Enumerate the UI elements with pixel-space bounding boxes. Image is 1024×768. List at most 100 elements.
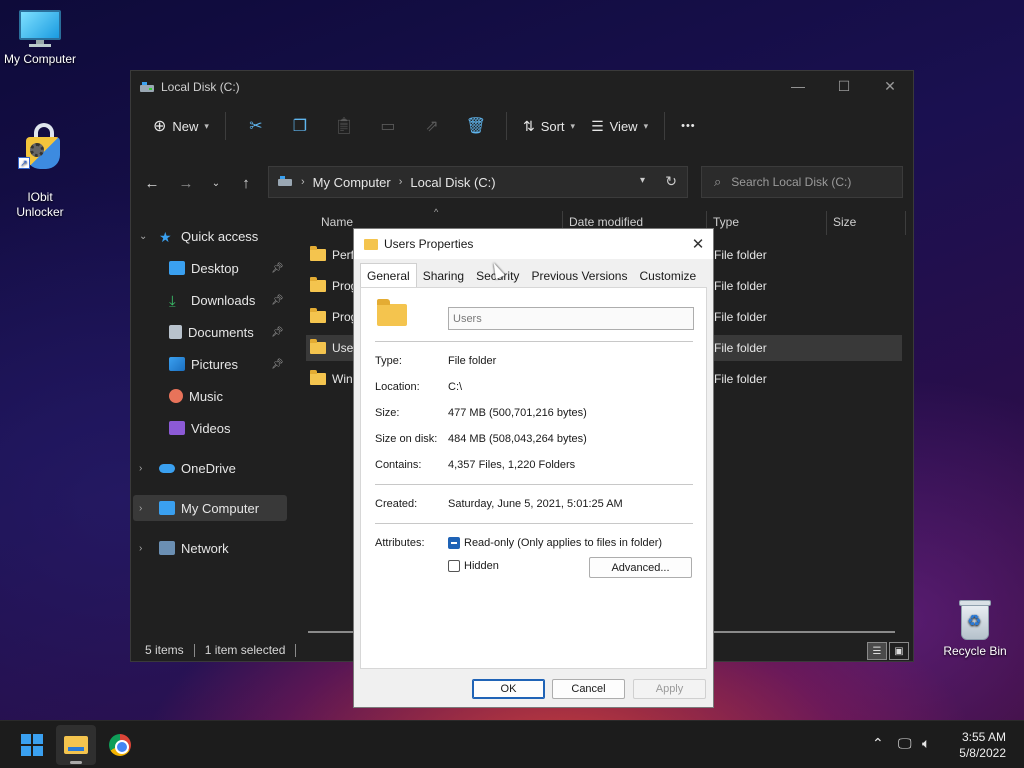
cancel-button[interactable]: Cancel bbox=[552, 679, 625, 699]
nav-downloads[interactable]: ⤓ Downloads 📌︎ bbox=[169, 287, 284, 313]
windows-logo-icon bbox=[21, 734, 43, 756]
column-header-name[interactable]: Name bbox=[321, 215, 353, 235]
breadcrumb-separator: › bbox=[398, 176, 403, 188]
volume-icon[interactable]: 🔈︎ bbox=[922, 735, 930, 752]
chevron-down-icon[interactable]: ▾ bbox=[640, 175, 645, 186]
document-icon bbox=[169, 325, 182, 339]
chevron-right-icon: › bbox=[139, 502, 143, 514]
recycle-bin-icon: ♻ bbox=[957, 598, 993, 640]
desktop-icon-iobit-unlocker[interactable]: ↗ IObit Unlocker bbox=[0, 108, 80, 235]
ellipsis-icon: ••• bbox=[681, 120, 696, 132]
list-view-icon: ☰ bbox=[591, 117, 604, 134]
recent-locations-button[interactable]: ⌄ bbox=[201, 171, 231, 195]
dialog-close-button[interactable]: ✕ bbox=[683, 229, 713, 259]
contains-label: Contains: bbox=[375, 459, 422, 471]
star-icon: ★ bbox=[159, 229, 172, 245]
nav-network[interactable]: › Network bbox=[131, 535, 229, 561]
details-view-icon[interactable]: ☰ bbox=[867, 642, 887, 660]
breadcrumb-my-computer[interactable]: My Computer bbox=[313, 175, 391, 190]
minimize-button[interactable]: — bbox=[775, 71, 821, 101]
start-button[interactable] bbox=[12, 725, 52, 765]
forward-button[interactable]: → bbox=[171, 171, 201, 195]
folder-icon bbox=[310, 246, 326, 261]
network-icon bbox=[159, 541, 175, 555]
navigation-pane: ⌄ ★ Quick access Desktop 📌︎ ⤓ Downloads … bbox=[131, 207, 289, 641]
view-label: View bbox=[609, 118, 638, 134]
nav-label: Videos bbox=[191, 420, 231, 436]
desktop-icon-my-computer[interactable]: My Computer bbox=[0, 10, 80, 67]
nav-videos[interactable]: Videos bbox=[169, 415, 231, 441]
chevron-up-icon[interactable]: ⌃ bbox=[872, 735, 884, 752]
folder-name-field[interactable]: Users bbox=[448, 307, 694, 330]
delete-icon[interactable]: 🗑︎ bbox=[454, 110, 498, 142]
taskbar-chrome[interactable] bbox=[100, 725, 140, 765]
chevron-right-icon: › bbox=[139, 542, 143, 554]
created-value: Saturday, June 5, 2021, 5:01:25 AM bbox=[448, 498, 623, 510]
breadcrumb-local-disk[interactable]: Local Disk (C:) bbox=[410, 175, 495, 190]
nav-label: OneDrive bbox=[181, 460, 236, 476]
tab-customize[interactable]: Customize bbox=[633, 265, 702, 287]
folder-icon bbox=[364, 238, 378, 250]
nav-documents[interactable]: Documents 📌︎ bbox=[169, 319, 284, 345]
column-header-type[interactable]: Type bbox=[713, 215, 739, 235]
taskbar-file-explorer[interactable] bbox=[56, 725, 96, 765]
maximize-button[interactable]: ☐ bbox=[821, 71, 867, 101]
network-icon[interactable]: 🖵︎ bbox=[898, 735, 912, 752]
nav-desktop[interactable]: Desktop 📌︎ bbox=[169, 255, 284, 281]
system-clock[interactable]: 3:55 AM 5/8/2022 bbox=[959, 729, 1006, 761]
advanced-button[interactable]: Advanced... bbox=[589, 557, 692, 578]
nav-my-computer[interactable]: › My Computer bbox=[131, 495, 259, 521]
ok-button[interactable]: OK bbox=[472, 679, 545, 699]
sort-button[interactable]: ⇅ Sort ▾ bbox=[515, 110, 583, 142]
nav-label: Quick access bbox=[181, 228, 259, 244]
search-box[interactable]: ⌕ Search Local Disk (C:) bbox=[701, 166, 903, 198]
tab-sharing[interactable]: Sharing bbox=[417, 265, 470, 287]
view-button[interactable]: ☰ View ▾ bbox=[583, 110, 656, 142]
type-value: File folder bbox=[448, 355, 497, 367]
paste-icon[interactable]: 📋︎ bbox=[322, 110, 366, 142]
chevron-down-icon: ▾ bbox=[204, 120, 209, 131]
sort-label: Sort bbox=[540, 118, 565, 134]
nav-label: My Computer bbox=[181, 500, 260, 516]
new-button[interactable]: ⊕ New ▾ bbox=[145, 110, 217, 142]
nav-label: Documents bbox=[188, 324, 254, 340]
sort-indicator-icon: ^ bbox=[434, 207, 439, 217]
nav-quick-access[interactable]: ⌄ ★ Quick access bbox=[131, 223, 258, 249]
chevron-down-icon: ⌄ bbox=[139, 230, 148, 242]
desktop-icon-recycle-bin[interactable]: ♻ Recycle Bin bbox=[935, 598, 1015, 659]
up-button[interactable]: ↑ bbox=[231, 171, 261, 195]
copy-icon[interactable]: ❐ bbox=[278, 110, 322, 142]
chevron-down-icon: ▾ bbox=[643, 120, 649, 131]
rename-icon[interactable]: ▭ bbox=[366, 110, 410, 142]
close-button[interactable]: ✕ bbox=[867, 71, 913, 101]
type-label: Type: bbox=[375, 355, 402, 367]
pin-icon: 📌︎ bbox=[271, 358, 284, 370]
refresh-icon[interactable]: ↻ bbox=[665, 173, 677, 190]
back-button[interactable]: ← bbox=[137, 171, 167, 195]
share-icon[interactable]: ⇗ bbox=[410, 110, 454, 142]
nav-label: Desktop bbox=[191, 260, 239, 276]
tab-general[interactable]: General bbox=[360, 263, 417, 287]
tiles-view-icon[interactable]: ▣ bbox=[889, 642, 909, 660]
desktop-icon bbox=[169, 261, 185, 275]
apply-button[interactable]: Apply bbox=[633, 679, 706, 699]
nav-music[interactable]: Music bbox=[169, 383, 223, 409]
more-options-button[interactable]: ••• bbox=[673, 110, 704, 142]
dialog-titlebar[interactable]: Users Properties bbox=[354, 229, 713, 259]
address-bar[interactable]: › My Computer › Local Disk (C:) ▾ ↻ bbox=[268, 166, 688, 198]
hidden-checkbox[interactable]: Hidden bbox=[448, 560, 499, 572]
cut-icon[interactable]: ✂ bbox=[234, 110, 278, 142]
desktop-icon-label: IObit Unlocker bbox=[16, 190, 64, 219]
tab-previous-versions[interactable]: Previous Versions bbox=[525, 265, 633, 287]
nav-pictures[interactable]: Pictures 📌︎ bbox=[169, 351, 284, 377]
readonly-label: Read-only (Only applies to files in fold… bbox=[464, 537, 663, 549]
checkbox-icon bbox=[448, 560, 460, 572]
readonly-checkbox[interactable]: Read-only (Only applies to files in fold… bbox=[448, 537, 662, 549]
chevron-down-icon: ▾ bbox=[570, 120, 576, 131]
column-header-size[interactable]: Size bbox=[833, 215, 856, 235]
drive-icon bbox=[139, 81, 155, 93]
nav-label: Music bbox=[189, 388, 223, 404]
nav-onedrive[interactable]: › OneDrive bbox=[131, 455, 236, 481]
nav-label: Downloads bbox=[191, 292, 256, 308]
file-type: File folder bbox=[714, 372, 767, 386]
